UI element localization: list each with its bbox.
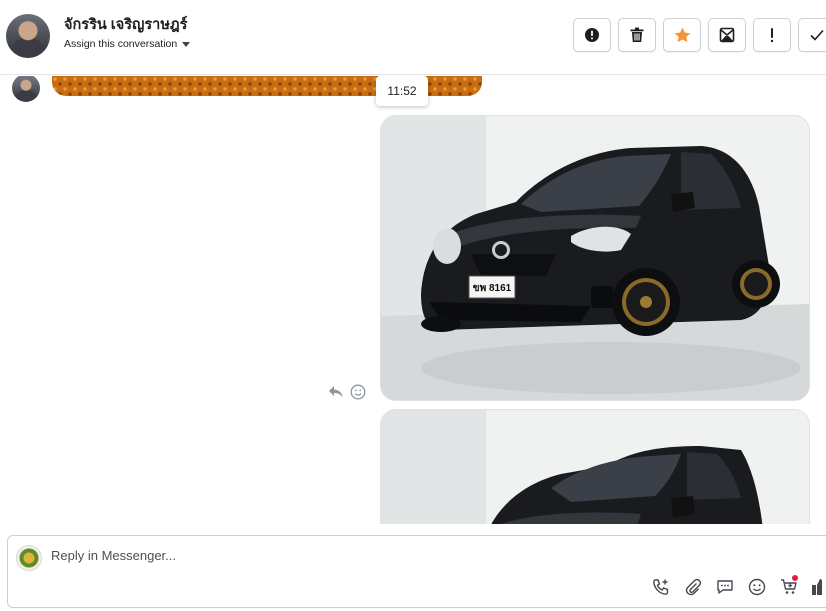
alert-circle-icon: [584, 27, 600, 43]
contact-name[interactable]: จักรริน เจริญราษฎร์: [64, 13, 187, 36]
delete-button[interactable]: [618, 18, 656, 52]
reply-composer: [7, 535, 826, 608]
attachment-icon[interactable]: [684, 578, 702, 601]
saved-replies-icon[interactable]: [716, 578, 734, 601]
mark-unread-icon: [719, 27, 735, 43]
outgoing-photo-message[interactable]: [380, 409, 810, 524]
trash-icon: [630, 27, 644, 43]
caret-down-icon: [182, 42, 191, 47]
conversation-header: จักรริน เจริญราษฎร์ Assign this conversa…: [0, 0, 826, 75]
message-hover-tools: [328, 384, 366, 405]
check-icon: [810, 29, 824, 41]
outgoing-photo-message[interactable]: ขพ 8161: [380, 115, 810, 401]
mark-done-button[interactable]: [798, 18, 826, 52]
spam-button[interactable]: [573, 18, 611, 52]
star-button[interactable]: [663, 18, 701, 52]
reply-input[interactable]: [51, 548, 651, 563]
like-icon[interactable]: [812, 578, 822, 601]
important-button[interactable]: [753, 18, 791, 52]
car-photo: [381, 410, 809, 524]
assign-label: Assign this conversation: [64, 38, 178, 50]
message-timestamp-tooltip: 11:52: [376, 76, 428, 106]
mark-unread-button[interactable]: [708, 18, 746, 52]
call-plus-icon[interactable]: [652, 578, 670, 601]
composer-toolbar: [652, 575, 822, 601]
reply-icon[interactable]: [328, 385, 344, 404]
emoji-icon[interactable]: [748, 578, 766, 601]
assign-conversation-dropdown[interactable]: Assign this conversation: [64, 38, 191, 50]
react-emoji-icon[interactable]: [350, 384, 366, 405]
car-photo: ขพ 8161: [381, 116, 809, 400]
message-thread: 11:52 ขพ 8161: [0, 76, 826, 524]
conversation-actions: [573, 18, 826, 52]
shop-cart-icon[interactable]: [780, 575, 798, 601]
contact-avatar[interactable]: [6, 14, 50, 58]
sender-avatar: [12, 76, 40, 102]
star-icon: [674, 27, 691, 43]
license-plate-text: ขพ 8161: [473, 283, 512, 294]
page-avatar[interactable]: [16, 545, 42, 571]
notification-dot: [792, 575, 798, 581]
exclamation-icon: [769, 27, 775, 43]
